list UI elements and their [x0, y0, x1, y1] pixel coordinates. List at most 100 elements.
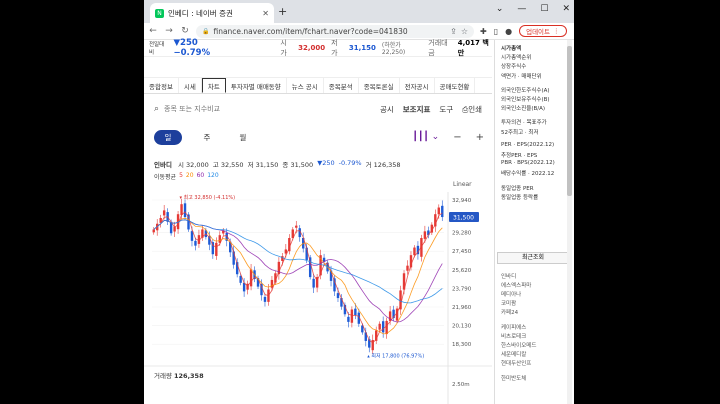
- candle-body: [162, 210, 166, 216]
- kebab-menu-icon: ⋮: [553, 27, 560, 35]
- ohlc-percent: -0.79%: [338, 159, 362, 167]
- recent-stock-link[interactable]: 메디아나: [501, 290, 521, 298]
- close-window-icon[interactable]: ✕: [562, 4, 570, 14]
- open-value: 32,000: [186, 161, 209, 169]
- candlestick-type-icon[interactable]: ┃┃┃ ⌄: [413, 132, 440, 142]
- chart-tools: ┃┃┃ ⌄ − +: [413, 132, 484, 143]
- url-text[interactable]: finance.naver.com/item/fchart.naver?code…: [213, 27, 446, 36]
- volume-value: 4,017 백만: [457, 39, 489, 57]
- close-value: 31,500: [290, 161, 314, 169]
- open-label: 시: [177, 161, 184, 169]
- new-tab-icon[interactable]: +: [278, 5, 287, 18]
- high-label: 고: [212, 161, 219, 169]
- tab-investor-trades[interactable]: 투자자별 매매동향: [226, 78, 287, 93]
- ma-legend-item: 120: [207, 172, 219, 179]
- recent-stock-link[interactable]: 인바디: [501, 272, 516, 280]
- ohlc-high: 고 32,550: [213, 159, 244, 169]
- info-row: 액면가 · 매매단위: [501, 73, 542, 80]
- candle-body: [413, 247, 416, 256]
- candle-body: [336, 293, 340, 299]
- recent-stock-link[interactable]: 코미팜: [501, 299, 516, 307]
- candle-body: [354, 308, 357, 316]
- ohlc-close: 종 31,500: [282, 159, 313, 169]
- info-row: 외국인보유주식수(B): [501, 97, 550, 103]
- info-row: PER · EPS(2022.12): [501, 141, 555, 148]
- period-week[interactable]: 주: [196, 130, 218, 145]
- low-label: 저: [247, 161, 254, 169]
- extensions-puzzle-icon[interactable]: ✚: [480, 27, 487, 36]
- candle-body: [152, 229, 155, 233]
- share-icon[interactable]: ⇪: [450, 27, 457, 36]
- info-row: 배당수익률 · 2022.12: [501, 171, 555, 178]
- info-row: 상장주식수: [501, 64, 527, 71]
- recent-stock-link[interactable]: 한스바이오메드: [501, 341, 536, 349]
- zoom-in-icon[interactable]: +: [476, 132, 484, 143]
- bookmark-star-icon[interactable]: ☆: [461, 27, 468, 36]
- period-month[interactable]: 월: [232, 130, 254, 145]
- recent-stock-link[interactable]: 세운메디칼: [501, 350, 526, 358]
- y-tick-label: 23,790: [452, 286, 472, 292]
- ma-legend-item: 20: [185, 172, 194, 179]
- tab-chart[interactable]: 차트: [201, 78, 226, 93]
- sidepanel-icon[interactable]: ▯: [494, 27, 498, 36]
- browser-tab[interactable]: N 인베디 : 네이버 증권 ✕: [150, 3, 274, 23]
- recent-stock-link[interactable]: 한미반도체: [501, 374, 526, 382]
- indicators-button[interactable]: 보조지표: [403, 104, 431, 115]
- lock-icon[interactable]: 🔒: [202, 28, 209, 35]
- tab-quotes[interactable]: 시세: [179, 78, 202, 93]
- tab-analysis[interactable]: 종목분석: [324, 78, 359, 93]
- browser-window: N 인베디 : 네이버 증권 ✕ + ⌄ — ☐ ✕ ← → ↻ 🔒 finan…: [144, 0, 574, 404]
- recent-stock-link[interactable]: 카페24: [501, 308, 518, 316]
- ma-legend-item: 5: [179, 172, 183, 179]
- price-change: ▼250 −0.79%: [174, 38, 232, 58]
- low-limit: (하한가 22,250): [381, 42, 406, 56]
- zoom-out-icon[interactable]: −: [453, 132, 461, 143]
- period-day[interactable]: 일: [154, 129, 182, 145]
- ohlc-readout: 인바디 시 32,000 고 32,550 저 31,150 종 31,500 …: [154, 159, 401, 169]
- tools-button[interactable]: 도구: [439, 104, 453, 115]
- tab-short-selling[interactable]: 공매도현황: [435, 78, 476, 93]
- candle-body: [381, 321, 385, 333]
- chart-toolbar: ⌕ 공시 보조지표 도구 ⎙인쇄: [144, 100, 492, 118]
- scrollbar-thumb[interactable]: [567, 46, 572, 196]
- recent-stock-link[interactable]: 케이피에스: [501, 323, 526, 331]
- print-button[interactable]: ⎙인쇄: [462, 104, 482, 115]
- tab-disclosure[interactable]: 전자공시: [400, 78, 435, 93]
- recent-stock-link[interactable]: 에스엑스파마: [501, 281, 531, 289]
- info-row: PBR · BPS(2022.12): [501, 160, 555, 167]
- chevron-down-icon[interactable]: ⌄: [496, 4, 504, 14]
- tab-title: 인베디 : 네이버 증권: [168, 8, 233, 18]
- y-tick-label: 27,450: [452, 249, 472, 255]
- close-tab-icon[interactable]: ✕: [262, 9, 269, 18]
- minimize-icon[interactable]: —: [517, 4, 526, 14]
- candle-body: [190, 231, 194, 241]
- search-icon[interactable]: ⌕: [154, 104, 159, 114]
- y-tick-label: 21,960: [452, 305, 472, 311]
- forward-icon[interactable]: →: [164, 26, 174, 36]
- candle-body: [249, 269, 253, 287]
- reload-icon[interactable]: ↻: [180, 26, 190, 36]
- period-selector: 일 주 월 ┃┃┃ ⌄ − +: [154, 129, 484, 145]
- back-icon[interactable]: ←: [148, 26, 158, 36]
- update-button[interactable]: 업데이트 ⋮: [519, 25, 567, 37]
- change-label: 전일대비: [149, 42, 165, 56]
- price-chart[interactable]: 32,940 29,280 27,450 25,620 23,790 21,960 20,1…: [144, 192, 492, 404]
- tab-discussion[interactable]: 종목토론실: [359, 78, 400, 93]
- profile-avatar-icon[interactable]: ●: [505, 27, 512, 36]
- info-row: 투자의견 · 목표주가: [501, 120, 547, 127]
- recent-stock-link[interactable]: 비츠로테크: [501, 332, 526, 340]
- candle-body: [385, 320, 388, 335]
- disclosure-button[interactable]: 공시: [380, 104, 394, 115]
- tab-overview[interactable]: 종합정보: [144, 78, 179, 93]
- scale-mode-label[interactable]: Linear: [453, 181, 472, 188]
- change-amount: ▼250: [173, 38, 198, 48]
- omnibox[interactable]: 🔒 finance.naver.com/item/fchart.naver?co…: [196, 24, 474, 38]
- candle-body: [406, 265, 409, 271]
- candle-body: [423, 231, 427, 239]
- recent-stock-link[interactable]: 현대두산인프: [501, 359, 531, 367]
- maximize-icon[interactable]: ☐: [540, 4, 548, 14]
- low-label: 저가: [331, 39, 338, 57]
- tab-news[interactable]: 뉴스 공시: [287, 78, 324, 93]
- compare-search-input[interactable]: [164, 105, 275, 113]
- toolbar-items: 공시 보조지표 도구 ⎙인쇄: [380, 104, 482, 115]
